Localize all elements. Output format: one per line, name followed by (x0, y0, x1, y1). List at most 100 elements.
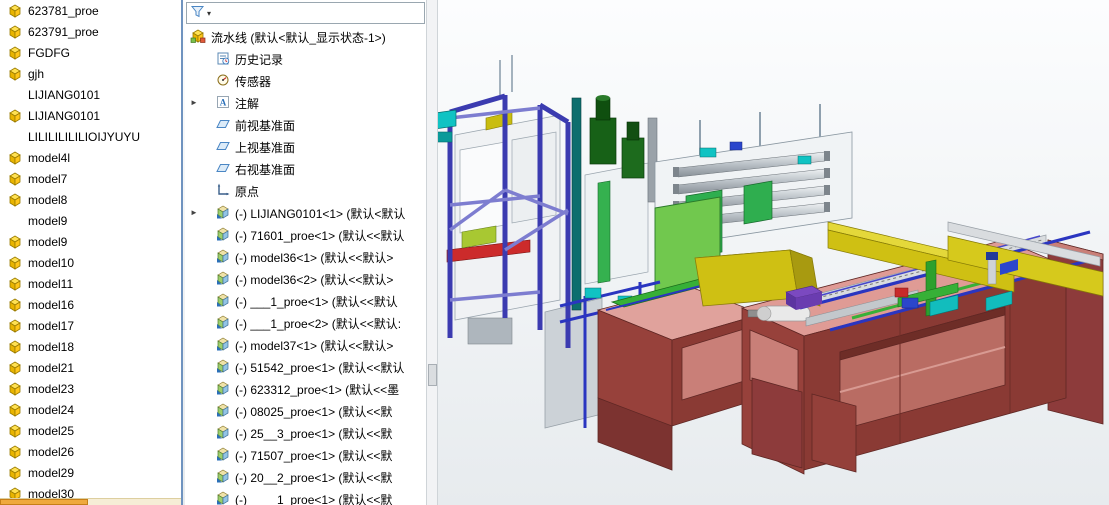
plane-icon (216, 161, 230, 178)
tree-item-label: 右视基准面 (235, 161, 295, 178)
file-list-item[interactable]: FGDFG (0, 42, 181, 63)
file-name: model10 (28, 256, 74, 270)
file-list-item[interactable]: model11 (0, 273, 181, 294)
component-icon (216, 491, 230, 505)
file-list-item[interactable]: model25 (0, 420, 181, 441)
tree-component-row[interactable]: ► (-) LIJIANG0101<1> (默认<默认 (185, 202, 426, 224)
part-icon (8, 235, 22, 249)
tree-component-row[interactable]: (-) ___1_proe<1> (默认<<默认 (185, 290, 426, 312)
file-list-item[interactable]: LIJIANG0101 (0, 105, 181, 126)
plane-icon (216, 117, 230, 134)
tree-item-right-plane[interactable]: 右视基准面 (185, 158, 426, 180)
tree-item-front-plane[interactable]: 前视基准面 (185, 114, 426, 136)
file-list-item[interactable]: 623781_proe (0, 0, 181, 21)
component-icon (216, 337, 230, 354)
filter-dropdown-caret[interactable]: ▾ (207, 9, 211, 18)
component-icon (216, 425, 230, 442)
file-name: model21 (28, 361, 74, 375)
component-label: (-) 71601_proe<1> (默认<<默认 (235, 227, 404, 244)
component-icon (216, 293, 230, 310)
expand-arrow-icon[interactable]: ► (190, 96, 198, 110)
feature-manager-panel: ▾ 流水线 (默认<默认_显示状态-1>) 历史记录 传感器 ► A 注解 前视… (185, 0, 426, 505)
file-name: model25 (28, 424, 74, 438)
tree-component-row[interactable]: (-) ____1_proe<1> (默认<<默 (185, 488, 426, 505)
component-label: (-) 20__2_proe<1> (默认<<默 (235, 469, 392, 486)
file-list-item[interactable]: 623791_proe (0, 21, 181, 42)
horizontal-scrollbar-thumb[interactable] (0, 499, 88, 505)
horizontal-scrollbar[interactable] (0, 498, 183, 505)
tree-component-row[interactable]: (-) 71507_proe<1> (默认<<默 (185, 444, 426, 466)
tree-component-row[interactable]: (-) 51542_proe<1> (默认<<默认 (185, 356, 426, 378)
file-name: model23 (28, 382, 74, 396)
file-name: model9 (28, 235, 67, 249)
file-list-item[interactable]: model9 (0, 231, 181, 252)
part-icon (8, 151, 22, 165)
part-icon (8, 67, 22, 81)
part-icon (8, 319, 22, 333)
tree-item-sensors[interactable]: 传感器 (185, 70, 426, 92)
file-list-item[interactable]: gjh (0, 63, 181, 84)
file-list-item[interactable]: model18 (0, 336, 181, 357)
plane-icon (216, 139, 230, 156)
file-list-item[interactable]: model21 (0, 357, 181, 378)
tree-component-row[interactable]: (-) 20__2_proe<1> (默认<<默 (185, 466, 426, 488)
component-icon (216, 205, 230, 222)
part-icon (8, 424, 22, 438)
tree-item-label: 原点 (235, 183, 259, 200)
component-icon (216, 315, 230, 332)
component-icon (216, 359, 230, 376)
tree-component-row[interactable]: (-) model37<1> (默认<<默认> (185, 334, 426, 356)
component-label: (-) model36<1> (默认<<默认> (235, 249, 393, 266)
component-icon (216, 469, 230, 486)
file-list-item[interactable]: model4l (0, 147, 181, 168)
file-list-item[interactable]: LILILILILILIOIJYUYU (0, 126, 181, 147)
file-list-item[interactable]: model26 (0, 441, 181, 462)
file-name: model8 (28, 193, 67, 207)
file-name: model24 (28, 403, 74, 417)
file-name: LIJIANG0101 (28, 88, 100, 102)
file-list-item[interactable]: model7 (0, 168, 181, 189)
tree-component-row[interactable]: (-) 25__3_proe<1> (默认<<默 (185, 422, 426, 444)
solidworks-window: 623781_proe 623791_proe FGDFG gjh LIJIAN… (0, 0, 1109, 505)
filter-funnel-icon[interactable] (190, 4, 205, 22)
tree-item-origin[interactable]: 原点 (185, 180, 426, 202)
tree-scrollbar[interactable] (426, 0, 438, 505)
tree-filter-bar: ▾ (186, 2, 425, 24)
file-list-item[interactable]: model29 (0, 462, 181, 483)
svg-text:A: A (220, 97, 227, 107)
component-label: (-) ___1_proe<1> (默认<<默认 (235, 293, 398, 310)
tree-item-top-plane[interactable]: 上视基准面 (185, 136, 426, 158)
file-list-item[interactable]: LIJIANG0101 (0, 84, 181, 105)
tree-component-row[interactable]: (-) 71601_proe<1> (默认<<默认 (185, 224, 426, 246)
part-icon (8, 193, 22, 207)
annotations-icon: A (216, 95, 230, 112)
tree-filter-input[interactable] (213, 4, 421, 22)
part-icon (8, 340, 22, 354)
file-name: LILILILILILIOIJYUYU (28, 130, 140, 144)
component-icon (216, 403, 230, 420)
file-list-item[interactable]: model17 (0, 315, 181, 336)
tree-root-label: 流水线 (默认<默认_显示状态-1>) (211, 29, 386, 46)
tree-root-assembly[interactable]: 流水线 (默认<默认_显示状态-1>) (185, 26, 426, 48)
tree-component-row[interactable]: (-) 623312_proe<1> (默认<<墨 (185, 378, 426, 400)
file-list-item[interactable]: model24 (0, 399, 181, 420)
file-name: gjh (28, 67, 44, 81)
tree-component-row[interactable]: (-) ___1_proe<2> (默认<<默认: (185, 312, 426, 334)
file-list-item[interactable]: model9 (0, 210, 181, 231)
component-label: (-) 71507_proe<1> (默认<<默 (235, 447, 392, 464)
tree-component-row[interactable]: (-) model36<2> (默认<<默认> (185, 268, 426, 290)
part-icon (8, 382, 22, 396)
tree-item-history[interactable]: 历史记录 (185, 48, 426, 70)
part-icon (8, 172, 22, 186)
tree-item-annotations[interactable]: ► A 注解 (185, 92, 426, 114)
file-name: model29 (28, 466, 74, 480)
file-list-item[interactable]: model23 (0, 378, 181, 399)
tree-component-row[interactable]: (-) 08025_proe<1> (默认<<默 (185, 400, 426, 422)
tree-scrollbar-thumb[interactable] (428, 364, 437, 386)
tree-component-row[interactable]: (-) model36<1> (默认<<默认> (185, 246, 426, 268)
file-list-item[interactable]: model16 (0, 294, 181, 315)
file-list-item[interactable]: model8 (0, 189, 181, 210)
file-list-item[interactable]: model10 (0, 252, 181, 273)
expand-arrow-icon[interactable]: ► (190, 206, 198, 220)
file-name: model17 (28, 319, 74, 333)
